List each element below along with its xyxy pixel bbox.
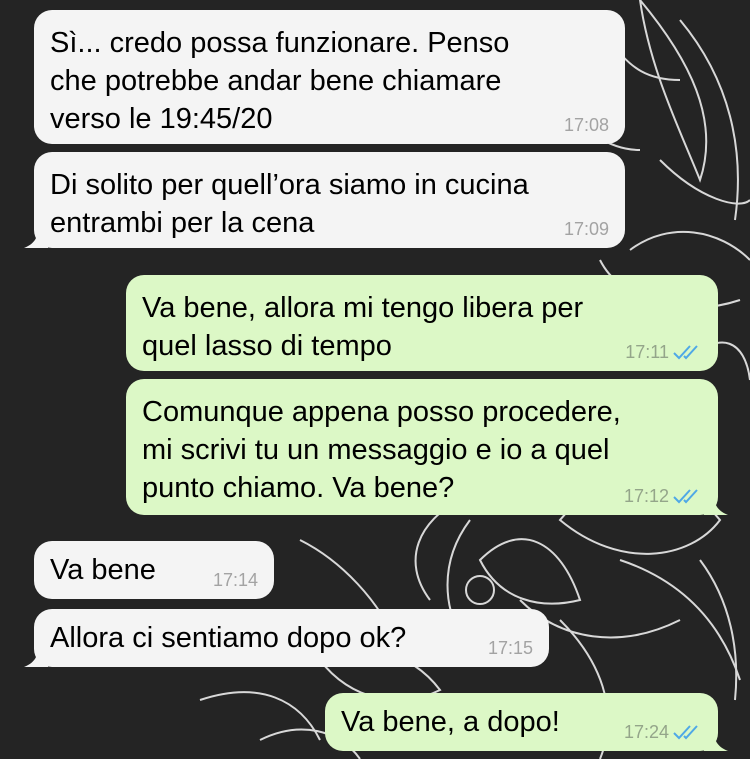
message-meta: 17:09 <box>564 219 609 239</box>
read-double-check-icon <box>673 489 698 504</box>
message-meta: 17:12 <box>624 486 702 506</box>
message-time: 17:15 <box>487 638 533 658</box>
incoming-message[interactable]: Di solito per quell’ora siamo in cucina … <box>24 152 625 248</box>
outgoing-message[interactable]: Va bene, a dopo! 17:24 <box>325 693 728 751</box>
incoming-message[interactable]: Va bene 17:14 <box>34 541 274 599</box>
message-text: Di solito per quell’ora siamo in cucina … <box>50 169 529 239</box>
message-text: Allora ci sentiamo dopo ok? <box>50 622 407 654</box>
read-double-check-icon <box>673 725 698 740</box>
message-meta: 17:11 <box>625 342 702 362</box>
message-time: 17:24 <box>623 722 669 742</box>
message-text: Sì... credo possa funzionare. Penso che … <box>50 27 510 135</box>
message-text: Comunque appena posso procedere, mi scri… <box>142 396 621 504</box>
message-time: 17:09 <box>563 219 609 239</box>
bubble-tail-icon <box>24 647 48 667</box>
incoming-message[interactable]: Sì... credo possa funzionare. Penso che … <box>34 10 625 144</box>
message-meta: 17:15 <box>488 638 533 658</box>
message-text: Va bene, allora mi tengo libera per quel… <box>142 292 584 362</box>
message-meta: 17:24 <box>624 722 702 742</box>
bubble-tail-icon <box>24 228 48 248</box>
message-time: 17:11 <box>625 342 669 362</box>
message-time: 17:08 <box>563 115 609 135</box>
message-time: 17:14 <box>212 570 258 590</box>
incoming-message[interactable]: Allora ci sentiamo dopo ok? 17:15 <box>24 609 549 667</box>
bubble-tail-icon <box>704 495 728 515</box>
message-meta: 17:14 <box>213 570 258 590</box>
outgoing-message[interactable]: Comunque appena posso procedere, mi scri… <box>126 379 728 515</box>
bubble-tail-icon <box>704 731 728 751</box>
message-time: 17:12 <box>623 486 669 506</box>
read-double-check-icon <box>673 345 698 360</box>
outgoing-message[interactable]: Va bene, allora mi tengo libera per quel… <box>126 275 718 371</box>
message-meta: 17:08 <box>564 115 609 135</box>
